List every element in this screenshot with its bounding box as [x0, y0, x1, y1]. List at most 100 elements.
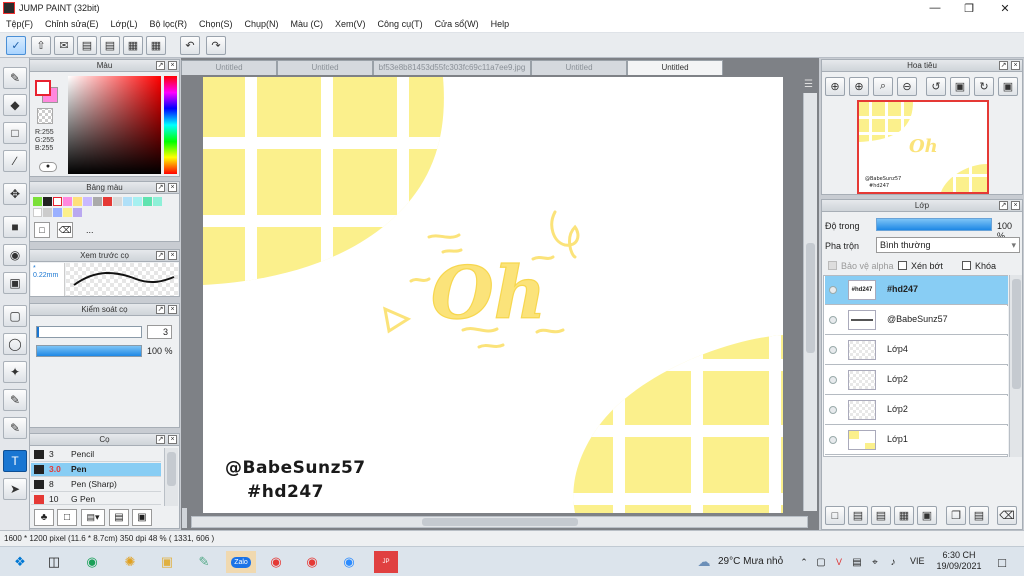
brush-item-pen[interactable]: 3.0 Pen	[31, 463, 161, 477]
gradient-tool-icon[interactable]: ▣	[3, 272, 27, 294]
tab-jpg-file[interactable]: bf53e8b81453d55fc303fc69c11a7ee9.jpg	[373, 60, 531, 75]
layer-row-hd247[interactable]: #hd247 #hd247	[825, 276, 1008, 305]
close-panel-icon[interactable]: ×	[1011, 61, 1020, 70]
delete-layer-icon[interactable]: ⌫	[997, 506, 1017, 525]
menu-layer[interactable]: Lớp(L)	[111, 19, 138, 29]
layer-row-babesunz57[interactable]: @BabeSunz57	[825, 306, 1008, 335]
canvas-vertical-scrollbar[interactable]	[803, 93, 817, 511]
layer-row-lop2-copy[interactable]: Lớp2	[825, 396, 1008, 425]
menu-window[interactable]: Cửa sổ(W)	[435, 19, 479, 29]
chrome-icon[interactable]: ◉	[264, 551, 288, 573]
brush-tool-icon[interactable]: ✎	[3, 67, 27, 89]
menu-select[interactable]: Chọn(S)	[199, 19, 233, 29]
palette-swatch[interactable]	[73, 197, 82, 206]
close-panel-icon[interactable]: ×	[168, 435, 177, 444]
brush-list-scrollbar[interactable]	[164, 448, 178, 506]
zoom-fit-icon[interactable]: ⊕	[825, 77, 845, 96]
chrome-profile-icon[interactable]: ◉	[300, 551, 324, 573]
zoom-out-icon[interactable]: ⊖	[897, 77, 917, 96]
grid-settings-icon[interactable]: ▦	[146, 36, 166, 55]
brush-add-icon[interactable]: ♣	[34, 509, 54, 526]
brush-size-slider[interactable]	[36, 326, 142, 338]
palette-swatch[interactable]	[123, 197, 132, 206]
comment-icon[interactable]: ✉	[54, 36, 74, 55]
color-sv-picker[interactable]	[68, 76, 161, 174]
rotate-right-icon[interactable]: ↻	[974, 77, 994, 96]
select-rect-icon[interactable]: ▢	[3, 305, 27, 327]
select-eraser-icon[interactable]: ✎	[3, 417, 27, 439]
brush-opacity-slider[interactable]	[36, 345, 142, 357]
network-icon[interactable]: ▤	[850, 551, 864, 573]
close-button[interactable]: ✕	[988, 0, 1022, 16]
windows-start-icon[interactable]: ❖	[8, 551, 32, 573]
vietkey-icon[interactable]: V	[832, 551, 846, 573]
float-icon[interactable]: ↗	[156, 61, 165, 70]
menu-file[interactable]: Tệp(F)	[6, 19, 33, 29]
drawing-canvas[interactable]: Oh @BabeSunz57 #hd247	[203, 77, 783, 513]
magic-wand-icon[interactable]: ✦	[3, 361, 27, 383]
palette-swatch[interactable]	[153, 197, 162, 206]
bucket-tool-icon[interactable]: ◉	[3, 244, 27, 266]
trash-icon[interactable]: ⌫	[57, 222, 73, 238]
float-icon[interactable]: ↗	[156, 435, 165, 444]
menu-capture[interactable]: Chụp(N)	[245, 19, 279, 29]
palette-swatch[interactable]	[143, 197, 152, 206]
brush-item-pen-sharp[interactable]: 8 Pen (Sharp)	[31, 478, 161, 492]
flip-icon[interactable]: ▣	[998, 77, 1018, 96]
notification-icon[interactable]: □	[990, 551, 1014, 573]
menu-tools[interactable]: Công cụ(T)	[378, 19, 423, 29]
float-icon[interactable]: ↗	[999, 61, 1008, 70]
task-view-icon[interactable]: ◫	[42, 551, 66, 573]
menu-edit[interactable]: Chỉnh sửa(E)	[45, 19, 99, 29]
line-tool-icon[interactable]: ∕	[3, 150, 27, 172]
weather-text[interactable]: 29°C Mưa nhỏ	[718, 556, 783, 567]
clock[interactable]: 6:30 CH 19/09/2021	[934, 550, 984, 572]
document-icon[interactable]: ▤	[100, 36, 120, 55]
lock-checkbox[interactable]	[962, 261, 971, 270]
palette-swatch[interactable]	[83, 197, 92, 206]
layer-folder-icon[interactable]: ▣	[917, 506, 937, 525]
sync-icon[interactable]: ✺	[118, 551, 142, 573]
hue-slider[interactable]	[164, 76, 177, 174]
layer-opacity-slider[interactable]	[876, 218, 992, 231]
palette-swatch[interactable]	[43, 208, 52, 217]
palette-more[interactable]: ...	[86, 225, 94, 235]
text-tool-icon[interactable]: T	[3, 450, 27, 472]
zoom-app-icon[interactable]: ◉	[337, 551, 361, 573]
new-layer-1bit-icon[interactable]: ▤	[871, 506, 891, 525]
close-panel-icon[interactable]: ×	[168, 305, 177, 314]
new-brush-icon[interactable]: □	[57, 509, 77, 526]
palette-swatch[interactable]	[43, 197, 52, 206]
zoom-actual-icon[interactable]: ⌕	[873, 77, 893, 96]
tab-untitled-1[interactable]: Untitled	[181, 60, 277, 75]
menu-filter[interactable]: Bộ lọc(R)	[149, 19, 187, 29]
palette-swatch[interactable]	[93, 197, 102, 206]
language-indicator[interactable]: VIE	[910, 556, 925, 566]
file-explorer-icon[interactable]: ▣	[155, 551, 179, 573]
menu-help[interactable]: Help	[491, 19, 510, 29]
brush-menu-icon[interactable]: ▤▾	[81, 509, 105, 526]
navigator-thumbnail[interactable]: Oh @BabeSunz57 #hd247	[857, 100, 989, 194]
close-panel-icon[interactable]: ×	[168, 183, 177, 192]
foreground-color-swatch[interactable]	[35, 80, 51, 96]
close-panel-icon[interactable]: ×	[1011, 201, 1020, 210]
check-icon[interactable]: ✓	[6, 36, 26, 55]
redo-icon[interactable]: ↷	[206, 36, 226, 55]
palette-swatch[interactable]	[33, 197, 42, 206]
folder-icon[interactable]: ▣	[132, 509, 152, 526]
clipping-checkbox[interactable]	[898, 261, 907, 270]
paint-app-icon[interactable]: ✎	[192, 551, 216, 573]
float-icon[interactable]: ↗	[156, 305, 165, 314]
eraser-tool-icon[interactable]: ◆	[3, 94, 27, 116]
palette-swatch[interactable]	[33, 208, 42, 217]
undo-icon[interactable]: ↶	[180, 36, 200, 55]
layer-row-lop4[interactable]: Lớp4	[825, 336, 1008, 365]
merge-layer-icon[interactable]: ▤	[969, 506, 989, 525]
float-icon[interactable]: ↗	[156, 183, 165, 192]
operation-tool-icon[interactable]: ➤	[3, 478, 27, 500]
close-panel-icon[interactable]: ×	[168, 61, 177, 70]
fill-rect-tool-icon[interactable]: ■	[3, 216, 27, 238]
layer-row-lop1[interactable]: Lớp1	[825, 426, 1008, 455]
note-icon[interactable]: ▤	[77, 36, 97, 55]
float-icon[interactable]: ↗	[156, 251, 165, 260]
